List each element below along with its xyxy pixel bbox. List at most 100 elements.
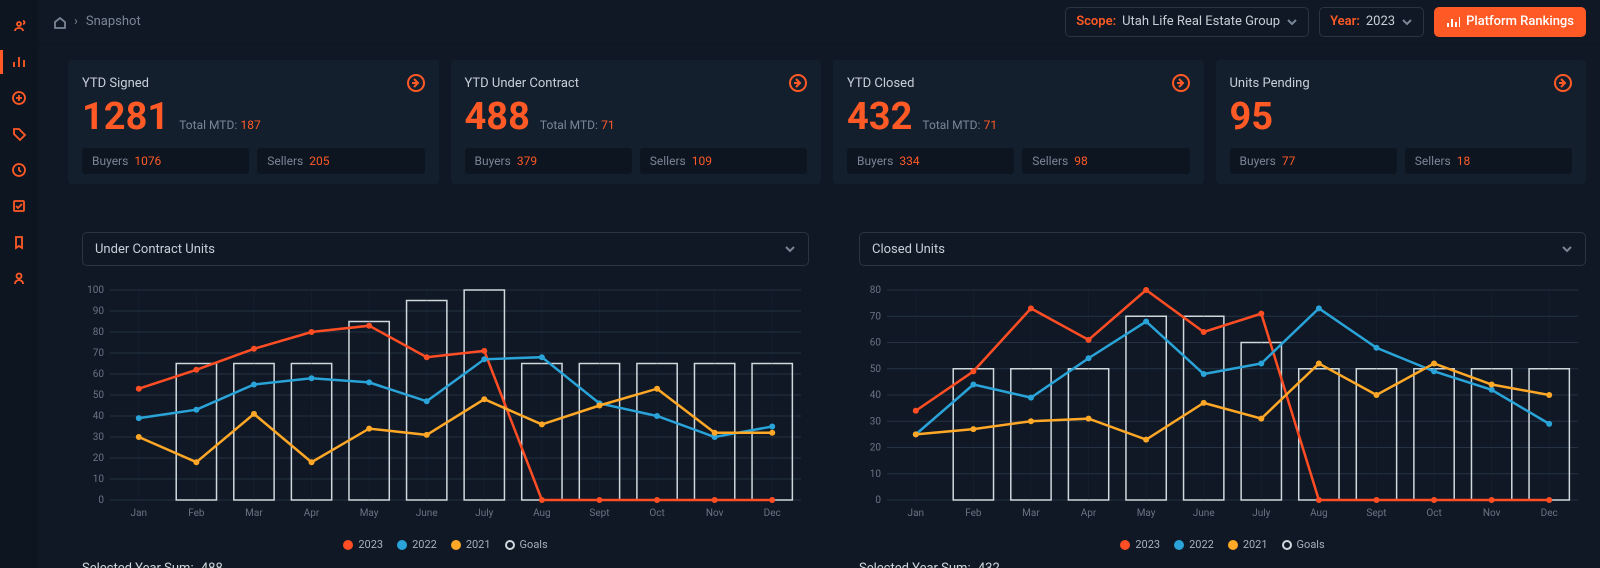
svg-text:Feb: Feb bbox=[965, 508, 982, 519]
rankings-icon bbox=[1446, 15, 1460, 29]
svg-text:Oct: Oct bbox=[1426, 508, 1441, 519]
svg-text:Jan: Jan bbox=[131, 508, 147, 519]
chevron-down-icon bbox=[1401, 16, 1413, 28]
kpi-sellers: Sellers205 bbox=[257, 148, 424, 174]
svg-text:Mar: Mar bbox=[1022, 508, 1040, 519]
arrow-right-circle-icon[interactable] bbox=[407, 74, 425, 92]
chevron-down-icon bbox=[1286, 16, 1298, 28]
svg-text:May: May bbox=[1137, 508, 1156, 519]
svg-text:80: 80 bbox=[870, 285, 882, 296]
svg-text:70: 70 bbox=[870, 311, 882, 322]
svg-text:Jan: Jan bbox=[908, 508, 924, 519]
chart-closed: Closed Units 01020304050607080JanFebMarA… bbox=[859, 232, 1586, 568]
kpi-units-pending: Units Pending 95 Buyers77 Sellers18 bbox=[1216, 60, 1587, 184]
kpi-sellers: Sellers18 bbox=[1405, 148, 1572, 174]
svg-text:Mar: Mar bbox=[245, 508, 263, 519]
svg-text:50: 50 bbox=[93, 390, 105, 401]
kpi-ytd-signed: YTD Signed 1281 Total MTD: 187 Buyers107… bbox=[68, 60, 439, 184]
chart-legend: 2023 2022 2021 Goals bbox=[82, 538, 809, 551]
check-square-icon bbox=[11, 198, 27, 214]
svg-text:July: July bbox=[1252, 508, 1270, 519]
svg-text:Feb: Feb bbox=[188, 508, 205, 519]
svg-text:June: June bbox=[1193, 508, 1215, 519]
people-icon bbox=[11, 18, 27, 34]
rail-item-tasks[interactable] bbox=[0, 190, 38, 222]
chevron-down-icon bbox=[784, 243, 796, 255]
breadcrumb-page: Snapshot bbox=[86, 14, 141, 29]
kpi-sellers: Sellers98 bbox=[1022, 148, 1189, 174]
platform-rankings-button[interactable]: Platform Rankings bbox=[1434, 7, 1586, 37]
breadcrumb-sep: › bbox=[74, 14, 78, 29]
svg-text:June: June bbox=[416, 508, 438, 519]
arrow-right-circle-icon[interactable] bbox=[789, 74, 807, 92]
clock-icon bbox=[11, 162, 27, 178]
svg-text:90: 90 bbox=[93, 306, 105, 317]
chart-legend: 2023 2022 2021 Goals bbox=[859, 538, 1586, 551]
tag-icon bbox=[11, 126, 27, 142]
chart-type-select[interactable]: Closed Units bbox=[859, 232, 1586, 266]
kpi-buyers: Buyers1076 bbox=[82, 148, 249, 174]
svg-text:July: July bbox=[475, 508, 493, 519]
chevron-down-icon bbox=[1561, 243, 1573, 255]
year-dropdown[interactable]: Year: 2023 bbox=[1319, 7, 1424, 37]
plus-circle-icon bbox=[11, 90, 27, 106]
svg-text:30: 30 bbox=[870, 416, 882, 427]
kpi-title: YTD Under Contract bbox=[465, 76, 579, 91]
svg-text:50: 50 bbox=[870, 364, 882, 375]
bookmark-icon bbox=[11, 234, 27, 250]
kpi-value: 488 bbox=[465, 98, 530, 136]
home-icon bbox=[52, 15, 66, 29]
scope-value: Utah Life Real Estate Group bbox=[1122, 14, 1280, 29]
rail-item-tag[interactable] bbox=[0, 118, 38, 150]
top-bar: › Snapshot Scope: Utah Life Real Estate … bbox=[38, 0, 1600, 44]
svg-text:10: 10 bbox=[870, 469, 882, 480]
svg-text:0: 0 bbox=[875, 495, 881, 506]
chart-type-select[interactable]: Under Contract Units bbox=[82, 232, 809, 266]
svg-text:Oct: Oct bbox=[649, 508, 664, 519]
svg-text:80: 80 bbox=[93, 327, 105, 338]
rail-item-add[interactable] bbox=[0, 82, 38, 114]
chart-canvas: 01020304050607080JanFebMarAprMayJuneJuly… bbox=[859, 274, 1586, 534]
svg-text:Aug: Aug bbox=[533, 508, 551, 519]
kpi-title: YTD Closed bbox=[847, 76, 914, 91]
svg-text:20: 20 bbox=[870, 443, 882, 454]
rail-item-people[interactable] bbox=[0, 10, 38, 42]
svg-text:40: 40 bbox=[93, 411, 105, 422]
svg-text:Apr: Apr bbox=[1081, 508, 1097, 519]
user-icon bbox=[11, 270, 27, 286]
rail-item-user[interactable] bbox=[0, 262, 38, 294]
kpi-row: YTD Signed 1281 Total MTD: 187 Buyers107… bbox=[68, 60, 1586, 184]
svg-text:0: 0 bbox=[98, 495, 104, 506]
svg-text:60: 60 bbox=[93, 369, 105, 380]
svg-text:20: 20 bbox=[93, 453, 105, 464]
svg-text:30: 30 bbox=[93, 432, 105, 443]
kpi-value: 95 bbox=[1230, 98, 1274, 136]
rail-item-activity[interactable] bbox=[0, 154, 38, 186]
rail-item-dashboard[interactable] bbox=[0, 46, 38, 78]
svg-text:Nov: Nov bbox=[706, 508, 724, 519]
breadcrumb[interactable]: › Snapshot bbox=[52, 14, 141, 29]
chart-row: Under Contract Units 0 10 20 30 40 50 60 70 80 90… bbox=[68, 232, 1586, 568]
kpi-sellers: Sellers109 bbox=[640, 148, 807, 174]
kpi-buyers: Buyers334 bbox=[847, 148, 1014, 174]
rail-item-bookmarks[interactable] bbox=[0, 226, 38, 258]
kpi-ytd-under-contract: YTD Under Contract 488 Total MTD: 71 Buy… bbox=[451, 60, 822, 184]
year-value: 2023 bbox=[1366, 14, 1395, 29]
svg-text:100: 100 bbox=[87, 285, 104, 296]
svg-text:10: 10 bbox=[93, 474, 105, 485]
svg-text:Nov: Nov bbox=[1483, 508, 1501, 519]
svg-text:70: 70 bbox=[93, 348, 105, 359]
chart-canvas: 0 10 20 30 40 50 60 70 80 90 100 Jan Feb Mar Apr May Jun… bbox=[82, 274, 809, 534]
scope-dropdown[interactable]: Scope: Utah Life Real Estate Group bbox=[1065, 7, 1309, 37]
svg-text:Aug: Aug bbox=[1310, 508, 1328, 519]
bar-chart-icon bbox=[11, 54, 27, 70]
svg-text:Dec: Dec bbox=[1541, 508, 1558, 519]
svg-text:May: May bbox=[360, 508, 379, 519]
svg-text:60: 60 bbox=[870, 338, 882, 349]
scope-label: Scope: bbox=[1076, 14, 1116, 29]
svg-text:Apr: Apr bbox=[304, 508, 320, 519]
arrow-right-circle-icon[interactable] bbox=[1554, 74, 1572, 92]
kpi-value: 432 bbox=[847, 98, 912, 136]
kpi-title: YTD Signed bbox=[82, 76, 149, 91]
arrow-right-circle-icon[interactable] bbox=[1172, 74, 1190, 92]
